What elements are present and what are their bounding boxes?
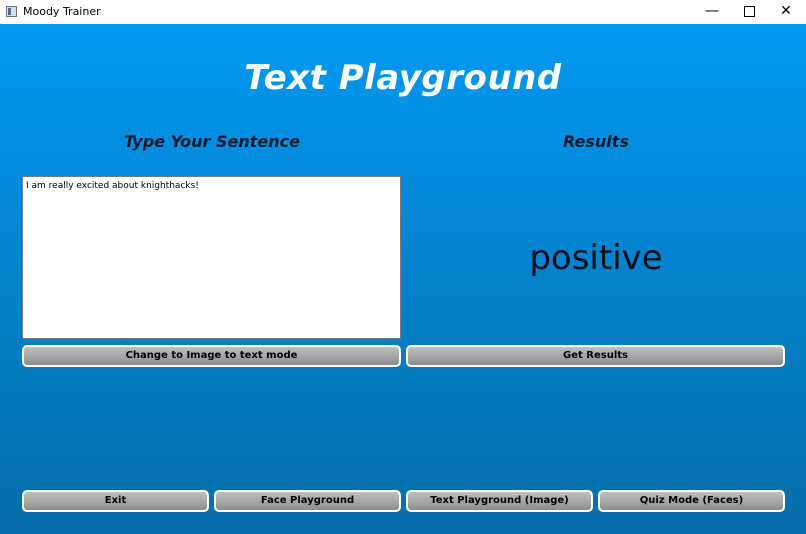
maximize-icon: [743, 6, 755, 17]
exit-button[interactable]: Exit: [22, 490, 209, 512]
results-heading: Results: [563, 132, 629, 151]
sentence-input[interactable]: I am really excited about knighthacks!: [22, 176, 401, 339]
get-results-button[interactable]: Get Results: [406, 345, 785, 367]
maximize-button[interactable]: [729, 0, 769, 24]
main-panel: Text Playground Type Your Sentence Resul…: [0, 24, 806, 534]
quiz-mode-button[interactable]: Quiz Mode (Faces): [598, 490, 785, 512]
app-icon: [6, 6, 17, 17]
window-title: Moody Trainer: [23, 5, 101, 18]
face-playground-button[interactable]: Face Playground: [214, 490, 401, 512]
result-value: positive: [529, 238, 663, 278]
close-button[interactable]: ✕: [766, 0, 806, 24]
text-playground-image-button[interactable]: Text Playground (Image): [406, 490, 593, 512]
page-title: Text Playground: [244, 58, 562, 98]
window-titlebar: Moody Trainer — ✕: [0, 0, 806, 24]
change-mode-button[interactable]: Change to Image to text mode: [22, 345, 401, 367]
input-heading: Type Your Sentence: [124, 132, 300, 151]
minimize-button[interactable]: —: [692, 0, 732, 24]
